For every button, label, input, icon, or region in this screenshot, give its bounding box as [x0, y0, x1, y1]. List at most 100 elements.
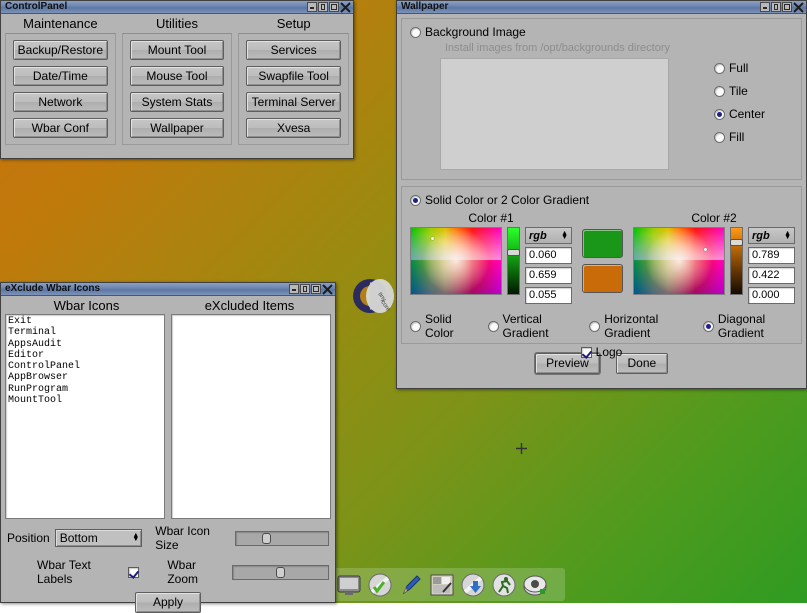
close-icon[interactable] — [340, 2, 351, 13]
control-panel-icon[interactable] — [429, 572, 455, 598]
chevron-updown-icon[interactable]: ▲▼ — [561, 232, 568, 240]
list-item[interactable]: Editor — [8, 350, 162, 361]
minimize-icon[interactable] — [289, 284, 299, 294]
color1-mode-select[interactable]: rgb ▲▼ — [525, 227, 572, 244]
maximize-icon[interactable] — [329, 2, 339, 12]
bg-mode-full[interactable]: Full — [714, 61, 765, 75]
list-item[interactable]: RunProgram — [8, 384, 162, 395]
color2-r-field[interactable]: 0.789 — [748, 247, 795, 264]
color1-value-slider[interactable] — [507, 227, 520, 295]
button-network[interactable]: Network — [13, 92, 108, 112]
color2-g-field[interactable]: 0.422 — [748, 267, 795, 284]
restore-icon[interactable] — [300, 284, 310, 294]
apps-audit-icon[interactable] — [367, 572, 393, 598]
minimize-icon[interactable] — [760, 2, 770, 12]
list-item[interactable]: Exit — [8, 316, 162, 327]
chevron-updown-icon[interactable]: ▲▼ — [784, 232, 791, 240]
color1-r-field[interactable]: 0.060 — [525, 247, 572, 264]
color2-swatch[interactable] — [582, 264, 623, 293]
button-swapfile-tool[interactable]: Swapfile Tool — [246, 66, 341, 86]
maximize-icon[interactable] — [782, 2, 792, 12]
control-panel-titlebar[interactable]: ControlPanel — [1, 1, 353, 14]
color1-rgb-fields[interactable]: rgb ▲▼ 0.060 0.659 0.055 — [525, 227, 572, 304]
wbar-dock[interactable] — [332, 568, 565, 601]
window-buttons[interactable] — [760, 2, 804, 13]
logo-checkbox[interactable] — [581, 347, 592, 358]
gradient-mode-diagonal-radio[interactable] — [703, 321, 714, 332]
list-item[interactable]: AppBrowser — [8, 372, 162, 383]
color2-value-thumb[interactable] — [730, 239, 743, 246]
editor-pen-icon[interactable] — [398, 572, 424, 598]
wbar-icon-size-slider[interactable] — [235, 531, 329, 546]
background-image-mode-group[interactable]: Full Tile Center Fill — [714, 61, 765, 144]
excluded-items-list[interactable] — [171, 314, 331, 519]
button-system-stats[interactable]: System Stats — [130, 92, 225, 112]
gradient-mode-vertical-radio[interactable] — [488, 321, 499, 332]
bg-mode-tile[interactable]: Tile — [714, 84, 765, 98]
color1-value-thumb[interactable] — [507, 249, 520, 256]
wallpaper-titlebar[interactable]: Wallpaper — [397, 1, 806, 14]
exclude-wbar-icons-window[interactable]: eXclude Wbar Icons Wbar Icons eXcluded I… — [0, 282, 336, 603]
wbar-zoom-thumb[interactable] — [276, 567, 285, 578]
background-image-radio[interactable] — [410, 27, 421, 38]
background-image-radio-row[interactable]: Background Image — [410, 25, 793, 39]
list-item[interactable]: AppsAudit — [8, 339, 162, 350]
button-mount-tool[interactable]: Mount Tool — [130, 40, 225, 60]
maximize-icon[interactable] — [311, 284, 321, 294]
gradient-mode-group[interactable]: Solid Color Vertical Gradient Horizontal… — [410, 312, 793, 340]
gradient-mode-vertical[interactable]: Vertical Gradient — [488, 312, 572, 340]
mount-tool-icon[interactable] — [522, 572, 548, 598]
bg-mode-fill[interactable]: Fill — [714, 130, 765, 144]
gradient-mode-solid[interactable]: Solid Color — [410, 312, 470, 340]
color2-value-slider[interactable] — [730, 227, 743, 295]
gradient-mode-solid-radio[interactable] — [410, 321, 421, 332]
close-icon[interactable] — [793, 2, 804, 13]
solid-color-radio-row[interactable]: Solid Color or 2 Color Gradient — [410, 193, 793, 207]
button-services[interactable]: Services — [246, 40, 341, 60]
color1-g-field[interactable]: 0.659 — [525, 267, 572, 284]
button-terminal-server[interactable]: Terminal Server — [246, 92, 341, 112]
color2-b-field[interactable]: 0.000 — [748, 287, 795, 304]
button-date-time[interactable]: Date/Time — [13, 66, 108, 86]
exclude-titlebar[interactable]: eXclude Wbar Icons — [1, 283, 335, 296]
wbar-icon-size-thumb[interactable] — [262, 533, 271, 544]
bg-mode-fill-radio[interactable] — [714, 132, 725, 143]
color2-rgb-fields[interactable]: rgb ▲▼ 0.789 0.422 0.000 — [748, 227, 795, 304]
button-mouse-tool[interactable]: Mouse Tool — [130, 66, 225, 86]
gradient-mode-diagonal[interactable]: Diagonal Gradient — [703, 312, 793, 340]
wbar-icons-list[interactable]: ExitTerminalAppsAuditEditorControlPanelA… — [5, 314, 165, 519]
color2-mode-select[interactable]: rgb ▲▼ — [748, 227, 795, 244]
color1-swatch[interactable] — [582, 229, 623, 258]
minimize-icon[interactable] — [307, 2, 317, 12]
window-buttons[interactable] — [289, 284, 333, 295]
button-wallpaper[interactable]: Wallpaper — [130, 118, 225, 138]
restore-icon[interactable] — [318, 2, 328, 12]
wbar-text-labels-checkbox[interactable] — [128, 567, 139, 578]
restore-icon[interactable] — [771, 2, 781, 12]
color1-sv-box[interactable] — [410, 227, 502, 295]
app-browser-icon[interactable] — [460, 572, 486, 598]
list-item[interactable]: Terminal — [8, 327, 162, 338]
color1-b-field[interactable]: 0.055 — [525, 287, 572, 304]
chevron-updown-icon[interactable]: ▲▼ — [132, 534, 139, 542]
wallpaper-window[interactable]: Wallpaper Background Image Install image… — [396, 0, 807, 389]
button-xvesa[interactable]: Xvesa — [246, 118, 341, 138]
wbar-zoom-slider[interactable] — [232, 565, 329, 580]
button-backup-restore[interactable]: Backup/Restore — [13, 40, 108, 60]
gradient-mode-horizontal-radio[interactable] — [589, 321, 600, 332]
button-wbar-conf[interactable]: Wbar Conf — [13, 118, 108, 138]
run-program-icon[interactable] — [491, 572, 517, 598]
solid-color-radio[interactable] — [410, 195, 421, 206]
background-image-preview[interactable] — [440, 58, 669, 170]
bg-mode-tile-radio[interactable] — [714, 86, 725, 97]
list-item[interactable]: ControlPanel — [8, 361, 162, 372]
gradient-mode-horizontal[interactable]: Horizontal Gradient — [589, 312, 685, 340]
close-icon[interactable] — [322, 284, 333, 295]
bg-mode-center-radio[interactable] — [714, 109, 725, 120]
window-buttons[interactable] — [307, 2, 351, 13]
bg-mode-center[interactable]: Center — [714, 107, 765, 121]
logo-checkbox-row[interactable]: Logo — [410, 345, 793, 359]
color2-sv-box[interactable] — [633, 227, 725, 295]
list-item[interactable]: MountTool — [8, 395, 162, 406]
bg-mode-full-radio[interactable] — [714, 63, 725, 74]
